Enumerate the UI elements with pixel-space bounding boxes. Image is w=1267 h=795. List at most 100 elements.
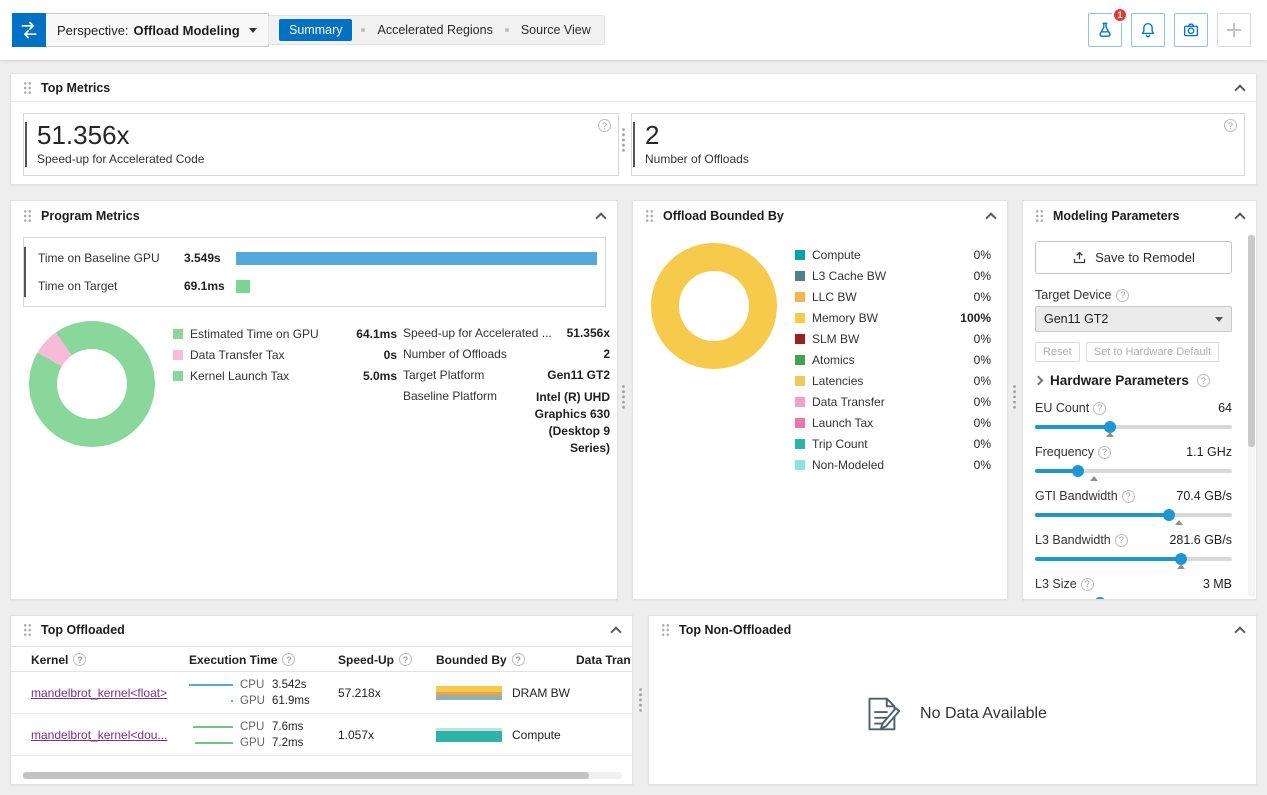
column-header-bounded-by[interactable]: Bounded By bbox=[436, 647, 525, 672]
help-icon[interactable] bbox=[1197, 374, 1210, 387]
horizontal-scrollbar[interactable] bbox=[23, 772, 622, 779]
metric-value: 2 bbox=[645, 122, 1244, 149]
camera-icon bbox=[1182, 21, 1200, 39]
panel-title: Modeling Parameters bbox=[1053, 209, 1179, 223]
slider-track[interactable] bbox=[1035, 557, 1232, 561]
metric-value: 51.356x bbox=[37, 122, 618, 149]
panel-title: Top Non-Offloaded bbox=[679, 623, 791, 637]
metric-content: 51.356x Speed-up for Accelerated Code bbox=[25, 122, 618, 167]
help-icon[interactable] bbox=[598, 119, 611, 132]
column-header-execution-time[interactable]: Execution Time bbox=[189, 647, 295, 672]
chevron-down-icon bbox=[1215, 317, 1223, 322]
drag-handle-icon[interactable] bbox=[23, 81, 32, 95]
drag-handle-icon[interactable] bbox=[645, 209, 654, 223]
help-icon[interactable] bbox=[512, 653, 525, 666]
baseline-time-bar bbox=[236, 252, 597, 265]
drag-handle-icon[interactable] bbox=[23, 623, 32, 637]
experiment-button[interactable]: 1 bbox=[1088, 13, 1122, 47]
perspective-prefix: Perspective: bbox=[57, 23, 129, 38]
kernel-link[interactable]: mandelbrot_kernel<dou... bbox=[31, 728, 167, 742]
notifications-button[interactable] bbox=[1131, 13, 1165, 47]
no-data-message: No Data Available bbox=[920, 705, 1047, 723]
bounded-by-cell: Compute bbox=[436, 714, 561, 756]
help-icon[interactable] bbox=[1224, 119, 1237, 132]
l3-bandwidth-slider: L3 Bandwidth 281.6 GB/s bbox=[1035, 533, 1232, 573]
panel-resize-handle[interactable] bbox=[638, 687, 643, 713]
drag-handle-icon[interactable] bbox=[1035, 209, 1044, 223]
perspective-selector[interactable]: Perspective: Offload Modeling bbox=[12, 13, 269, 47]
perspective-icon bbox=[12, 13, 46, 47]
bounded-by-bar bbox=[436, 728, 502, 742]
panel-header: Top Non-Offloaded bbox=[649, 616, 1256, 644]
gpu-time-donut-chart bbox=[29, 321, 155, 447]
panel-resize-handle[interactable] bbox=[621, 384, 626, 410]
drag-handle-icon[interactable] bbox=[23, 209, 32, 223]
panel-header: Offload Bounded By bbox=[633, 201, 1007, 231]
scrollbar-thumb[interactable] bbox=[1248, 235, 1255, 447]
vertical-scrollbar[interactable] bbox=[1248, 233, 1255, 597]
slider-track[interactable] bbox=[1035, 513, 1232, 517]
drag-handle-icon[interactable] bbox=[661, 623, 670, 637]
set-hardware-default-button[interactable]: Set to Hardware Default bbox=[1086, 342, 1219, 362]
legend-swatch bbox=[173, 350, 183, 360]
tab-source-view[interactable]: Source View bbox=[518, 19, 594, 41]
legend-item: Data Transfer Tax 0s bbox=[173, 344, 397, 365]
panel-resize-handle[interactable] bbox=[621, 127, 626, 153]
speedup-cell: 57.218x bbox=[338, 672, 381, 714]
slider-track[interactable] bbox=[1035, 469, 1232, 473]
gpu-time-spark bbox=[231, 700, 233, 702]
slider-thumb[interactable] bbox=[1094, 597, 1106, 600]
panel-title: Top Offloaded bbox=[41, 623, 125, 637]
help-icon[interactable] bbox=[1115, 534, 1128, 547]
legend-item: Trip Count 0% bbox=[795, 433, 991, 454]
add-button[interactable] bbox=[1217, 13, 1251, 47]
target-device-select[interactable]: Gen11 GT2 bbox=[1035, 306, 1232, 332]
collapse-button[interactable] bbox=[610, 626, 621, 637]
slider-track[interactable] bbox=[1035, 425, 1232, 429]
panel-resize-handle[interactable] bbox=[1012, 384, 1017, 410]
column-header-speedup[interactable]: Speed-Up bbox=[338, 647, 412, 672]
default-tick-icon bbox=[1175, 520, 1183, 525]
help-icon[interactable] bbox=[399, 653, 412, 666]
scrollbar-thumb[interactable] bbox=[23, 772, 589, 779]
eu-count-slider: EU Count 64 bbox=[1035, 401, 1232, 441]
table-row: mandelbrot_kernel<dou... CPU 7.6ms GPU 7… bbox=[11, 714, 632, 756]
perspective-value: Offload Modeling bbox=[134, 23, 240, 38]
help-icon[interactable] bbox=[1116, 289, 1129, 302]
execution-time-cell: CPU 7.6ms GPU 7.2ms bbox=[189, 719, 335, 751]
save-to-remodel-button[interactable]: Save to Remodel bbox=[1035, 241, 1232, 274]
column-header-data-transferred[interactable]: Data Tran bbox=[576, 647, 633, 672]
top-metrics-panel: Top Metrics 51.356x Speed-up for Acceler… bbox=[10, 73, 1257, 185]
panel-title: Program Metrics bbox=[41, 209, 140, 223]
help-icon[interactable] bbox=[1098, 446, 1111, 459]
panel-header: Modeling Parameters bbox=[1023, 201, 1256, 231]
slider-thumb[interactable] bbox=[1072, 465, 1084, 477]
bounded-by-bar bbox=[436, 686, 502, 700]
slider-thumb[interactable] bbox=[1163, 509, 1175, 521]
help-icon[interactable] bbox=[1122, 490, 1135, 503]
snapshot-button[interactable] bbox=[1174, 13, 1208, 47]
hardware-parameters-expander[interactable]: Hardware Parameters bbox=[1035, 373, 1210, 388]
collapse-button[interactable] bbox=[595, 212, 606, 223]
slider-value: 281.6 GB/s bbox=[1169, 533, 1232, 547]
collapse-button[interactable] bbox=[1234, 212, 1245, 223]
legend-item: Kernel Launch Tax 5.0ms bbox=[173, 365, 397, 386]
legend-item: Compute 0% bbox=[795, 244, 991, 265]
tab-summary[interactable]: Summary bbox=[279, 19, 352, 41]
detail-row: Speed-up for Accelerated ... 51.356x bbox=[403, 323, 610, 344]
collapse-button[interactable] bbox=[1234, 626, 1245, 637]
detail-row: Number of Offloads 2 bbox=[403, 344, 610, 365]
metric-card: 2 Number of Offloads bbox=[631, 113, 1245, 176]
help-icon[interactable] bbox=[1093, 402, 1106, 415]
collapse-button[interactable] bbox=[1234, 84, 1245, 95]
help-icon[interactable] bbox=[73, 653, 86, 666]
reset-button[interactable]: Reset bbox=[1035, 342, 1080, 362]
notification-badge: 1 bbox=[1112, 7, 1128, 23]
tab-accelerated-regions[interactable]: Accelerated Regions bbox=[374, 19, 495, 41]
slider-value: 64 bbox=[1218, 401, 1232, 415]
column-header-kernel[interactable]: Kernel bbox=[31, 647, 86, 672]
collapse-button[interactable] bbox=[985, 212, 996, 223]
kernel-link[interactable]: mandelbrot_kernel<float> bbox=[31, 686, 167, 700]
help-icon[interactable] bbox=[282, 653, 295, 666]
help-icon[interactable] bbox=[1081, 578, 1094, 591]
